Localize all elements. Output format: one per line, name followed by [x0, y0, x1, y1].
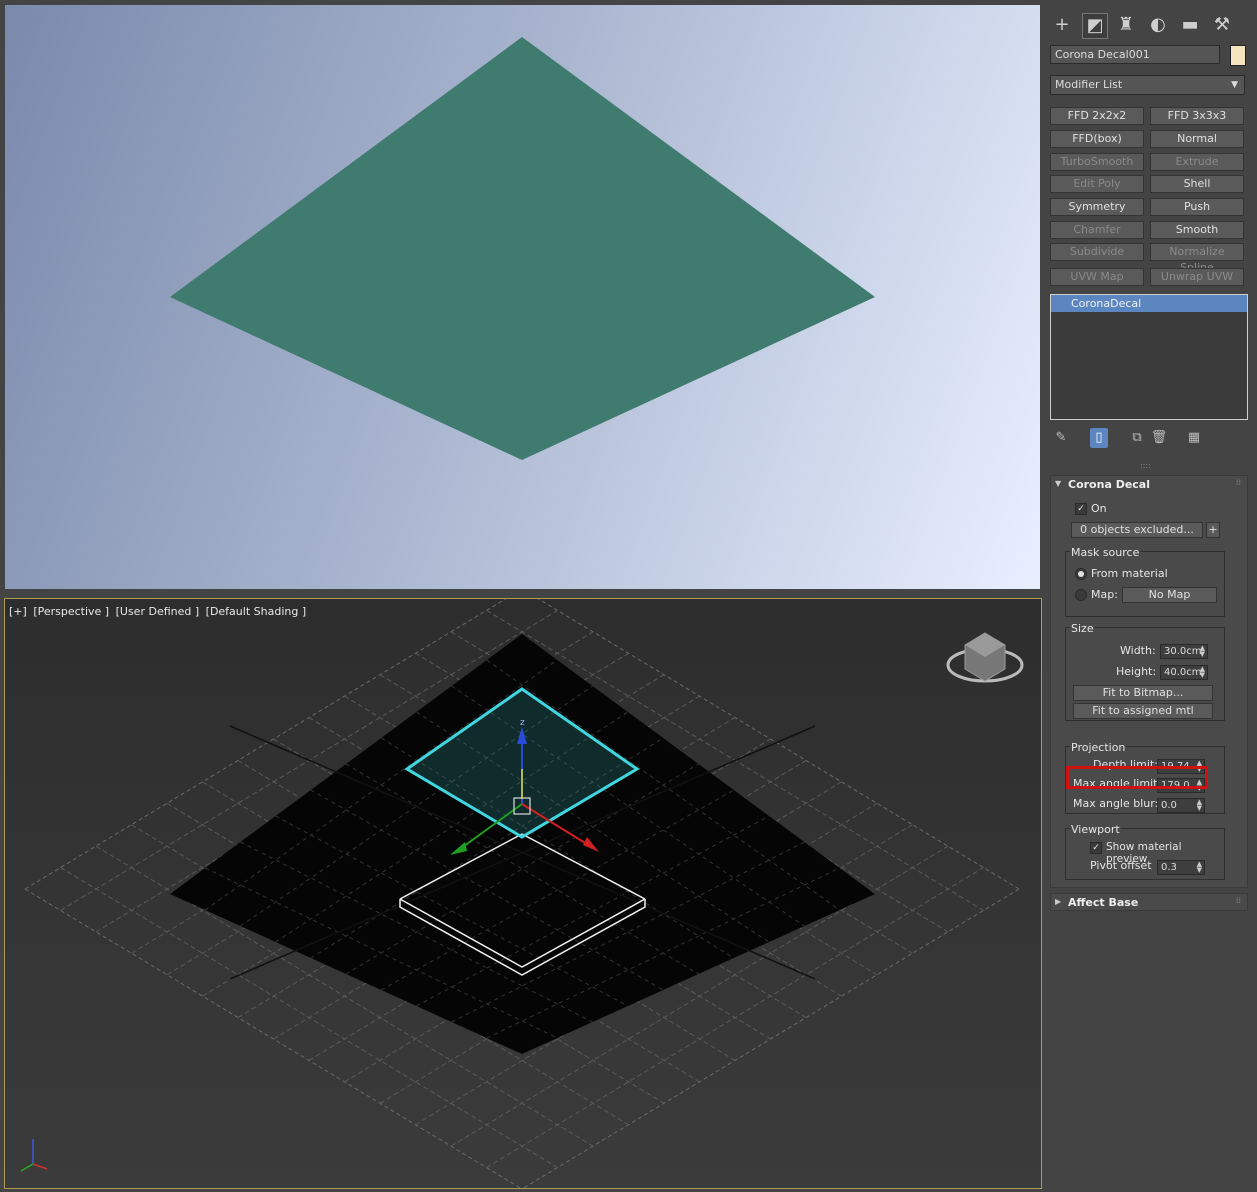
- modifier-button[interactable]: Extrude: [1150, 153, 1244, 171]
- projection-label: Projection: [1070, 741, 1127, 754]
- perspective-viewport[interactable]: z [+] [Perspective ] [User Defined ] [De…: [4, 598, 1042, 1189]
- display-icon[interactable]: ▬: [1178, 13, 1202, 37]
- objects-excluded-button[interactable]: 0 objects excluded...: [1071, 522, 1203, 538]
- create-icon[interactable]: +: [1050, 13, 1074, 37]
- modifier-button[interactable]: Unwrap UVW: [1150, 268, 1244, 286]
- command-panel: + ◩ ♜ ◐ ▬ ⚒ Corona Decal001 Modifier Lis…: [1045, 5, 1253, 1188]
- no-map-button[interactable]: No Map: [1122, 587, 1217, 603]
- modifier-button[interactable]: Edit Poly: [1050, 175, 1144, 193]
- make-unique-icon[interactable]: ⧉: [1128, 428, 1146, 448]
- pivot-offset-label: Pivot offset: [1090, 859, 1152, 872]
- viewport-shading-menu[interactable]: [Default Shading ]: [206, 605, 306, 618]
- size-label: Size: [1070, 622, 1095, 635]
- modifier-button[interactable]: Normal: [1150, 130, 1244, 148]
- width-spinner[interactable]: 30.0cm ▲ ▼: [1160, 644, 1208, 659]
- modifier-button[interactable]: Symmetry: [1050, 198, 1144, 216]
- show-end-result-icon[interactable]: ▯: [1090, 428, 1108, 448]
- object-name-field[interactable]: Corona Decal001: [1050, 45, 1220, 64]
- corona-decal-rollout: ▼ Corona Decal ⁞⁞ ✓ On 0 objects exclude…: [1050, 475, 1248, 888]
- viewport-group: Viewport ✓ Show material preview Pivot o…: [1065, 823, 1225, 880]
- collapse-triangle-icon[interactable]: ▼: [1055, 479, 1061, 488]
- fit-to-bitmap-button[interactable]: Fit to Bitmap...: [1073, 685, 1213, 701]
- motion-icon[interactable]: ◐: [1146, 13, 1170, 37]
- render-canvas: [170, 37, 875, 460]
- viewcube-icon[interactable]: [946, 632, 1024, 683]
- mask-source-group: Mask source From material Map: No Map: [1065, 546, 1225, 617]
- stack-item-coronadecal[interactable]: CoronaDecal: [1051, 295, 1247, 312]
- modifier-stack[interactable]: CoronaDecal: [1050, 294, 1248, 420]
- rollout-title[interactable]: Corona Decal: [1068, 478, 1150, 491]
- remove-modifier-icon[interactable]: 🗑: [1150, 428, 1168, 448]
- height-label: Height:: [1116, 665, 1157, 678]
- modifier-button[interactable]: Smooth: [1150, 221, 1244, 239]
- show-material-preview-checkbox[interactable]: ✓: [1090, 842, 1102, 854]
- chevron-down-icon: ▼: [1231, 80, 1238, 90]
- stack-toolbar: ✎ ▯ ⧉ 🗑 ▦: [1050, 428, 1248, 448]
- width-label: Width:: [1120, 644, 1156, 657]
- hierarchy-icon[interactable]: ♜: [1114, 13, 1138, 37]
- max-angle-limit-highlight: [1066, 766, 1208, 789]
- gizmo-z-label: z: [520, 718, 525, 728]
- affect-base-title[interactable]: Affect Base: [1068, 896, 1138, 909]
- add-exclude-button[interactable]: +: [1206, 522, 1220, 538]
- from-material-label: From material: [1091, 567, 1168, 580]
- height-spinner[interactable]: 40.0cm ▲ ▼: [1160, 665, 1208, 680]
- modify-icon[interactable]: ◩: [1082, 13, 1108, 39]
- object-color-swatch[interactable]: [1230, 45, 1246, 66]
- size-group: Size Width: 30.0cm ▲ ▼ Height: 40.0cm ▲ ▼ Fi…: [1065, 622, 1225, 721]
- modifier-button[interactable]: Normalize Spline: [1150, 243, 1244, 274]
- mask-source-label: Mask source: [1070, 546, 1141, 559]
- decal-plane-render: [170, 37, 875, 460]
- modifier-button[interactable]: FFD(box): [1050, 130, 1144, 148]
- map-radio[interactable]: [1075, 589, 1087, 601]
- expand-triangle-icon[interactable]: ▶: [1055, 897, 1061, 906]
- modifier-list-dropdown[interactable]: Modifier List ▼: [1050, 75, 1245, 95]
- grip-icon[interactable]: ::::: [1140, 461, 1151, 470]
- viewport-camera-menu[interactable]: [User Defined ]: [116, 605, 200, 618]
- viewport-view-menu[interactable]: [Perspective ]: [33, 605, 109, 618]
- max-angle-blur-label: Max angle blur:: [1073, 797, 1159, 810]
- rollout-grip-icon[interactable]: ⁞⁞: [1236, 896, 1241, 905]
- modifier-button[interactable]: FFD 3x3x3: [1150, 107, 1244, 125]
- from-material-radio[interactable]: [1075, 568, 1087, 580]
- modifier-button[interactable]: TurboSmooth: [1050, 153, 1144, 171]
- modifier-button[interactable]: Subdivide: [1050, 243, 1144, 261]
- modifier-button[interactable]: FFD 2x2x2: [1050, 107, 1144, 125]
- modifier-button[interactable]: Push: [1150, 198, 1244, 216]
- viewport-label[interactable]: [+] [Perspective ] [User Defined ] [Defa…: [9, 605, 309, 618]
- viewport-plus-menu[interactable]: [+]: [9, 605, 27, 618]
- command-tabs: + ◩ ♜ ◐ ▬ ⚒: [1045, 9, 1253, 41]
- perspective-canvas: z: [20, 599, 1024, 1188]
- map-label: Map:: [1091, 588, 1118, 601]
- viewport-label: Viewport: [1070, 823, 1121, 836]
- rollout-grip-icon[interactable]: ⁞⁞: [1236, 478, 1241, 487]
- modifier-button[interactable]: Shell: [1150, 175, 1244, 193]
- modifier-button[interactable]: UVW Map: [1050, 268, 1144, 286]
- on-checkbox[interactable]: ✓: [1075, 503, 1087, 515]
- pin-stack-icon[interactable]: ✎: [1052, 428, 1070, 448]
- utilities-icon[interactable]: ⚒: [1210, 13, 1234, 37]
- modifier-list-label: Modifier List: [1055, 78, 1123, 91]
- configure-sets-icon[interactable]: ▦: [1185, 428, 1203, 448]
- pivot-offset-spinner[interactable]: 0.3 ▲ ▼: [1157, 860, 1205, 875]
- render-viewport[interactable]: [5, 5, 1040, 589]
- axis-tripod-icon: [20, 1139, 48, 1172]
- on-label: On: [1091, 502, 1107, 515]
- max-angle-blur-spinner[interactable]: 0.0 ▲ ▼: [1157, 798, 1205, 813]
- fit-to-assigned-mtl-button[interactable]: Fit to assigned mtl: [1073, 703, 1213, 719]
- affect-base-rollout[interactable]: ▶ Affect Base ⁞⁞: [1050, 893, 1248, 911]
- modifier-button[interactable]: Chamfer: [1050, 221, 1144, 239]
